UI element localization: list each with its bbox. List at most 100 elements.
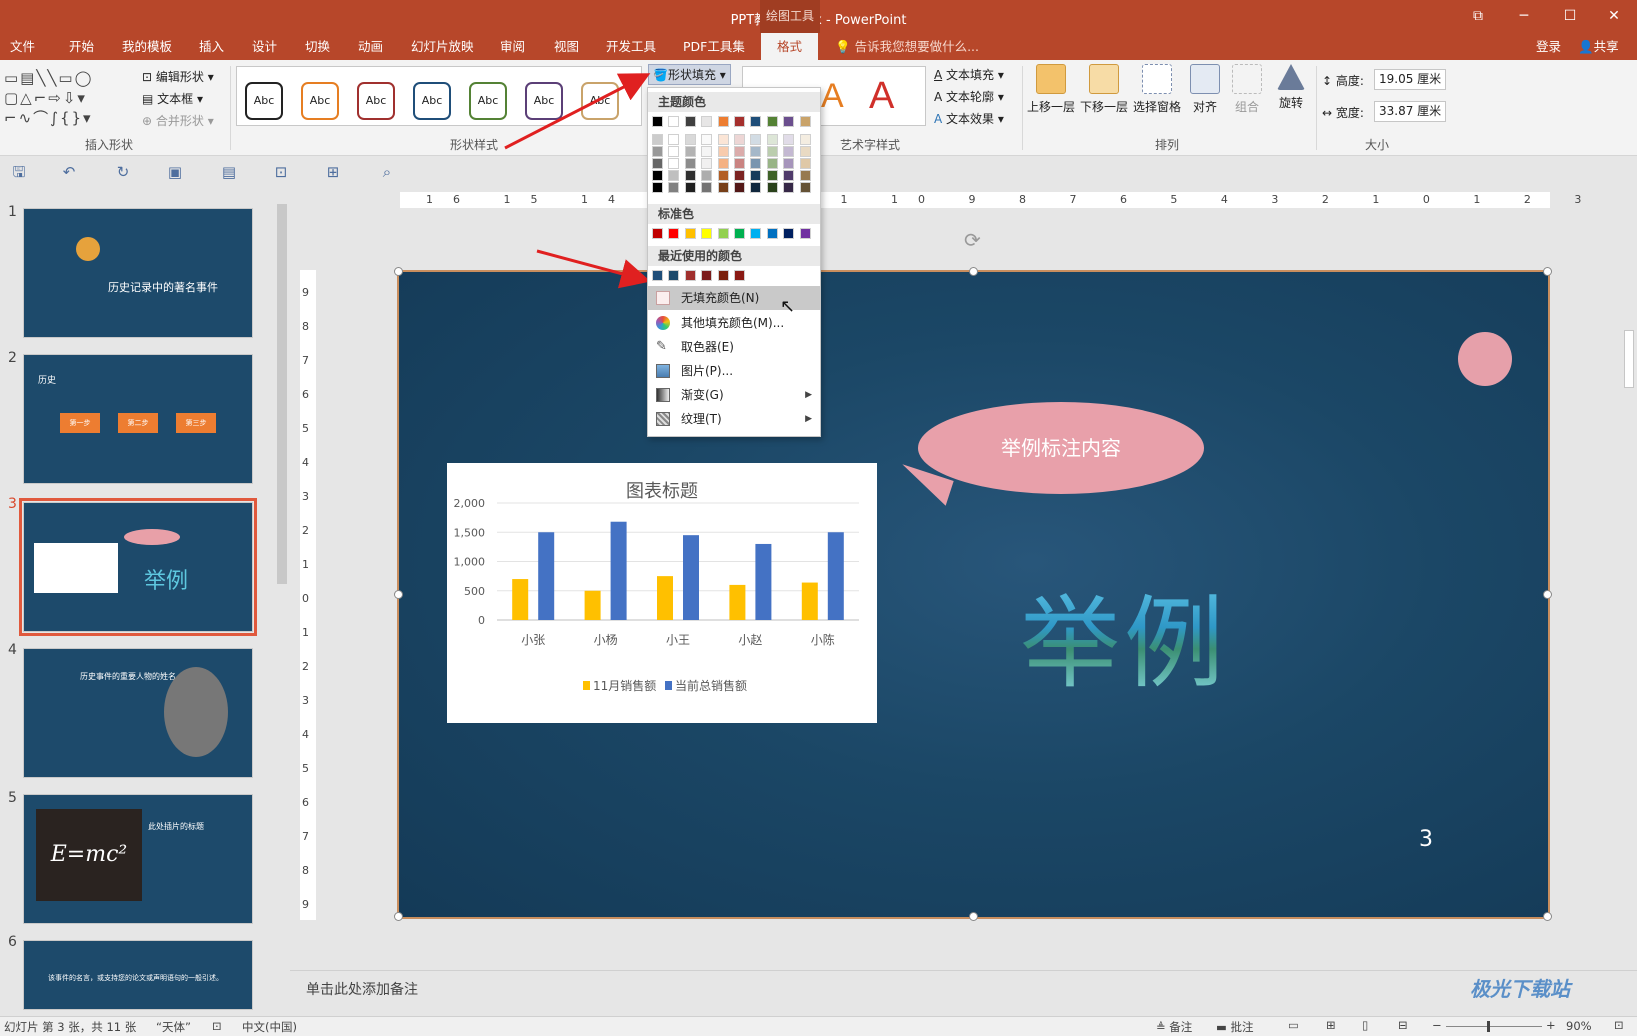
tab-pdf-tools[interactable]: PDF工具集 (683, 33, 745, 60)
tab-file[interactable]: 文件 (10, 33, 35, 60)
theme-color-swatch[interactable] (766, 146, 778, 157)
zoom-level[interactable]: 90% (1566, 1019, 1592, 1033)
theme-color-swatch[interactable] (750, 134, 762, 145)
notes-toggle[interactable]: ≜ 备注 (1156, 1019, 1192, 1035)
theme-color-swatch[interactable] (684, 146, 696, 157)
thumbnail-scrollbar[interactable] (274, 190, 290, 1016)
resize-handle[interactable] (1543, 267, 1552, 276)
color-swatch[interactable] (734, 270, 745, 281)
resize-handle[interactable] (394, 267, 403, 276)
theme-color-swatch[interactable] (717, 158, 729, 169)
bar-total-sales[interactable] (538, 532, 555, 620)
preview-icon[interactable]: ⌕ (378, 163, 396, 181)
theme-color-swatch[interactable] (668, 182, 680, 193)
close-icon[interactable]: ✕ (1591, 0, 1637, 33)
text-outline-button[interactable]: A 文本轮廓 ▾ (934, 88, 1004, 105)
shape-style-7[interactable]: Abc (581, 82, 619, 120)
resize-handle[interactable] (969, 267, 978, 276)
theme-color-swatch[interactable] (750, 182, 762, 193)
shape-style-5[interactable]: Abc (469, 82, 507, 120)
slideshow-icon[interactable]: ⊞ (324, 163, 342, 181)
theme-color-swatch[interactable] (766, 134, 778, 145)
group-button[interactable]: 组合 (1222, 64, 1272, 115)
text-box-button[interactable]: ▤ 文本框 ▾ (142, 90, 203, 107)
theme-color-swatch[interactable] (668, 158, 680, 169)
rotate-button[interactable]: 旋转 (1266, 64, 1316, 111)
theme-color-swatch[interactable] (766, 182, 778, 193)
new-slide-icon[interactable]: ▣ (166, 163, 184, 181)
theme-color-swatch[interactable] (734, 146, 745, 157)
theme-color-swatch[interactable] (701, 146, 713, 157)
color-swatch[interactable] (766, 228, 778, 239)
theme-color-swatch[interactable] (684, 134, 696, 145)
shape-styles-gallery[interactable]: Abc Abc Abc Abc Abc Abc Abc (236, 66, 642, 126)
theme-color-swatch[interactable] (799, 170, 811, 181)
theme-color-swatch[interactable] (734, 158, 745, 169)
theme-color-swatch[interactable] (701, 182, 713, 193)
theme-color-swatch[interactable] (652, 134, 663, 145)
edit-shape-button[interactable]: ⊡ 编辑形状 ▾ (142, 68, 214, 85)
height-input[interactable]: 19.05 厘米 (1374, 69, 1446, 90)
title-wordart[interactable]: 举例 (1020, 562, 1228, 707)
present-icon[interactable]: ⊡ (272, 163, 290, 181)
color-swatch[interactable] (701, 270, 713, 281)
slide-thumbnail-2[interactable]: 历史 第一步 第二步 第三步 (23, 354, 253, 484)
tell-me-box[interactable]: 💡 告诉我您想要做什么... (835, 33, 979, 60)
normal-view-icon[interactable]: ▭ (1288, 1018, 1299, 1032)
color-swatch[interactable] (684, 228, 696, 239)
theme-color-swatch[interactable] (684, 170, 696, 181)
theme-color-swatch[interactable] (734, 182, 745, 193)
zoom-out-icon[interactable]: − (1432, 1018, 1442, 1032)
theme-color-swatch[interactable] (799, 146, 811, 157)
slide-thumbnail-1[interactable]: 历史记录中的著名事件 (23, 208, 253, 338)
language-status[interactable]: 中文(中国) (242, 1019, 297, 1035)
theme-color-swatch[interactable] (783, 170, 795, 181)
color-swatch[interactable] (783, 228, 795, 239)
theme-color-swatch[interactable] (701, 116, 713, 127)
menu-item-picture[interactable]: 图片(P)... (648, 359, 820, 383)
resize-handle[interactable] (969, 912, 978, 921)
zoom-slider-thumb[interactable] (1487, 1021, 1490, 1032)
pink-circle-shape[interactable] (1458, 332, 1512, 386)
theme-color-swatch[interactable] (652, 170, 663, 181)
tab-developer[interactable]: 开发工具 (606, 33, 656, 60)
slide-thumbnail-3[interactable]: 举例 (19, 498, 257, 636)
bar-total-sales[interactable] (827, 532, 844, 620)
bar-total-sales[interactable] (610, 521, 627, 620)
theme-color-swatch[interactable] (668, 146, 680, 157)
wordart-style-orange[interactable]: A (821, 77, 844, 116)
theme-color-swatch[interactable] (668, 170, 680, 181)
color-swatch[interactable] (799, 228, 811, 239)
tab-view[interactable]: 视图 (554, 33, 579, 60)
tab-transitions[interactable]: 切换 (305, 33, 330, 60)
color-swatch[interactable] (652, 228, 663, 239)
theme-color-swatch[interactable] (717, 134, 729, 145)
color-swatch[interactable] (668, 228, 680, 239)
color-swatch[interactable] (717, 270, 729, 281)
merge-shapes-button[interactable]: ⊕ 合并形状 ▾ (142, 112, 214, 129)
color-swatch[interactable] (734, 228, 745, 239)
theme-color-swatch[interactable] (652, 158, 663, 169)
redo-icon[interactable]: ↻ (114, 163, 132, 181)
text-effects-button[interactable]: A 文本效果 ▾ (934, 110, 1004, 127)
rotate-handle-icon[interactable]: ⟳ (964, 228, 981, 252)
shape-fill-button[interactable]: 🪣形状填充 ▾ (648, 64, 731, 85)
theme-color-swatch[interactable] (783, 134, 795, 145)
theme-color-swatch[interactable] (717, 116, 729, 127)
tab-design[interactable]: 设计 (252, 33, 277, 60)
color-swatch[interactable] (684, 270, 696, 281)
layout-icon[interactable]: ▤ (220, 163, 238, 181)
theme-color-swatch[interactable] (799, 134, 811, 145)
resize-handle[interactable] (1543, 590, 1552, 599)
undo-icon[interactable]: ↶ (60, 163, 78, 181)
login-link[interactable]: 登录 (1536, 33, 1561, 60)
theme-color-swatch[interactable] (799, 116, 811, 127)
menu-item-texture[interactable]: 纹理(T) ▶ (648, 407, 820, 431)
callout-bubble[interactable]: 举例标注内容 (918, 402, 1204, 494)
theme-color-swatch[interactable] (750, 116, 762, 127)
theme-color-swatch[interactable] (717, 182, 729, 193)
theme-color-swatch[interactable] (766, 116, 778, 127)
tab-slideshow[interactable]: 幻灯片放映 (411, 33, 474, 60)
slide-thumbnail-6[interactable]: 该事件的名言，或支持您的论文或声明语句的一般引述。 (23, 940, 253, 1010)
bar-nov-sales[interactable] (584, 590, 601, 620)
